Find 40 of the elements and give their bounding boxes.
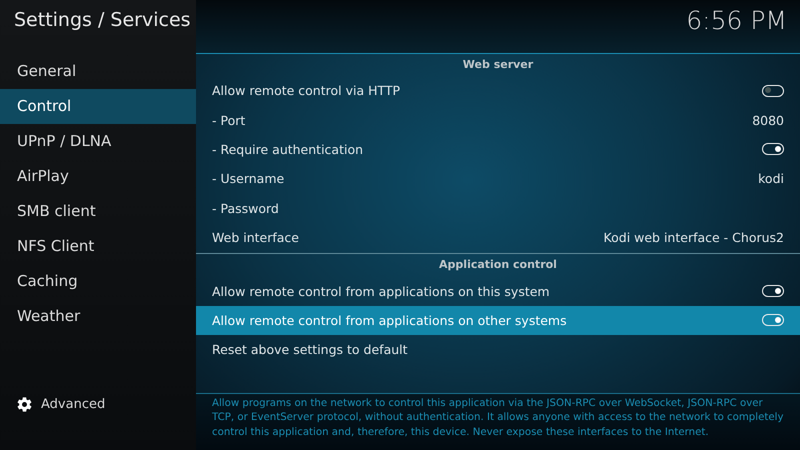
setting-row[interactable]: - Require authentication <box>196 134 800 164</box>
setting-label: Allow remote control from applications on other systems <box>212 312 567 328</box>
clock: 6:56 PM <box>686 5 788 35</box>
sidebar-item[interactable]: General <box>0 54 196 89</box>
setting-row[interactable]: Allow remote control from applications on this system <box>196 276 800 306</box>
setting-label: Reset above settings to default <box>212 342 408 358</box>
advanced-button[interactable]: Advanced <box>16 396 106 413</box>
setting-row[interactable]: - Port 8080 <box>196 105 800 135</box>
setting-label: - Username <box>212 171 284 186</box>
setting-label: - Require authentication <box>212 142 364 157</box>
toggle-switch[interactable] <box>762 314 784 326</box>
setting-row[interactable]: Reset above settings to default <box>196 335 800 365</box>
settings-icon <box>16 396 33 413</box>
setting-label: - Port <box>212 112 246 128</box>
setting-label: Allow remote control via HTTP <box>212 83 400 98</box>
section-heading: Web server <box>462 57 534 73</box>
setting-label: Allow remote control from applications on this system <box>212 284 550 299</box>
section-heading: Application control <box>438 257 558 274</box>
setting-value: kodi <box>758 171 784 186</box>
setting-row[interactable]: Allow remote control via HTTP <box>196 76 800 106</box>
sidebar-item[interactable]: NFS Client <box>0 229 196 264</box>
setting-label: Web interface <box>212 230 299 246</box>
setting-row[interactable]: Web interface Kodi web interface - Chorus2 <box>196 222 800 252</box>
toggle-switch[interactable] <box>762 84 784 97</box>
toggle-switch[interactable] <box>762 285 784 298</box>
setting-row[interactable]: Allow remote control from applications on other systems <box>196 306 800 336</box>
sidebar-item[interactable]: Caching <box>0 264 196 299</box>
sidebar-item[interactable]: UPnP / DLNA <box>0 124 196 159</box>
setting-value: Kodi web interface - Chorus2 <box>604 230 784 246</box>
page-title: Settings / Services <box>13 8 192 33</box>
setting-value: 8080 <box>752 112 784 128</box>
toggle-switch[interactable] <box>762 143 784 156</box>
sidebar-item[interactable]: Control <box>0 89 196 124</box>
setting-row[interactable]: - Username kodi <box>196 164 800 194</box>
setting-label: - Password <box>212 200 279 216</box>
sidebar-item[interactable]: AirPlay <box>0 159 196 194</box>
setting-row[interactable]: - Password <box>196 194 800 223</box>
sidebar-item[interactable]: SMB client <box>0 194 196 229</box>
description-text: Allow programs on the network to control this application via the JSON-RPC over WebSocket, JSON-RPC over TCP, or EventServer protocol, without authentication. It allows anyone with access to the network to completely control this application and, therefore, this device. Never expose these interfaces to the Internet. <box>212 396 784 440</box>
sidebar-item[interactable]: Weather <box>0 299 196 334</box>
